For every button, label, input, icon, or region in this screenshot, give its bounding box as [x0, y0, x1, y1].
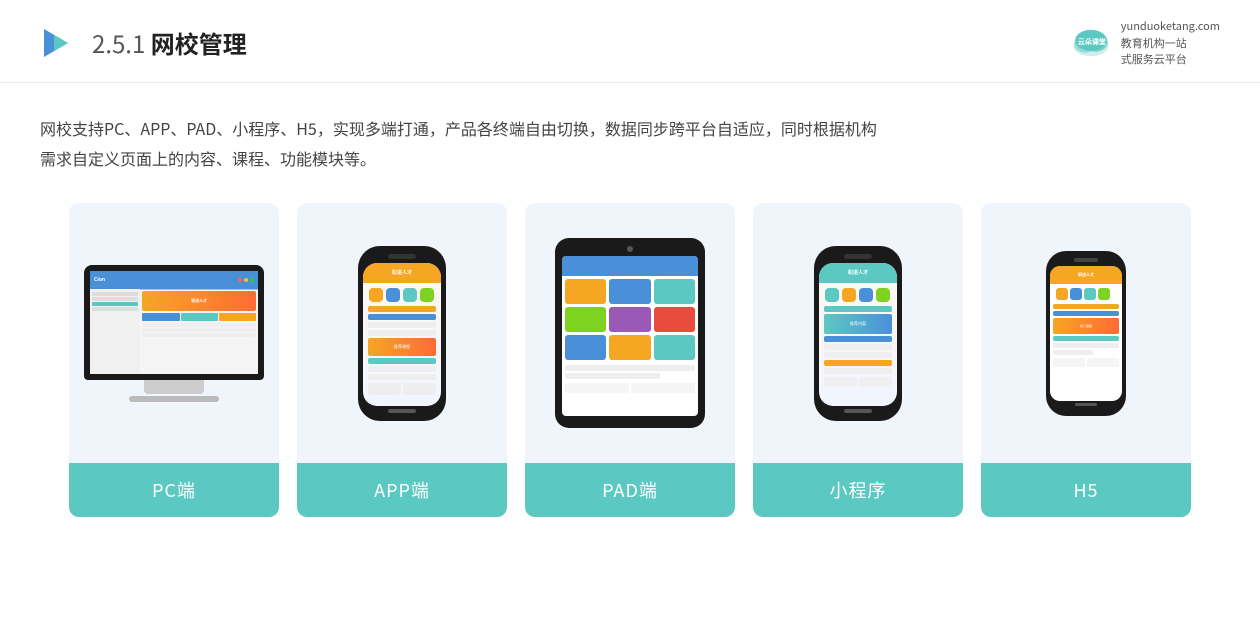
pad-label: PAD端 — [525, 463, 735, 517]
pad-image-area — [525, 203, 735, 463]
pc-monitor-icon: Cion — [84, 265, 264, 402]
description-line2: 需求自定义页面上的内容、课程、功能模块等。 — [40, 143, 1220, 173]
card-pad: PAD端 — [525, 203, 735, 517]
app-image-area: 职进人才 推荐课程 — [297, 203, 507, 463]
platform-cards: Cion — [0, 183, 1260, 537]
miniprogram-phone-icon: 职进人才 推荐内容 — [814, 246, 902, 421]
brand-logo: 云朵课堂 yunduoketang.com 教育机构一站 式服务云平台 — [1069, 18, 1220, 68]
brand-cloud-icon: 云朵课堂 — [1069, 21, 1113, 65]
app-phone-icon: 职进人才 推荐课程 — [358, 246, 446, 421]
page-title: 2.5.1 网校管理 — [92, 25, 247, 60]
card-miniprogram: 职进人才 推荐内容 — [753, 203, 963, 517]
miniprogram-label: 小程序 — [753, 463, 963, 517]
brand-tagline: yunduoketang.com 教育机构一站 式服务云平台 — [1121, 18, 1220, 68]
pad-tablet-icon — [555, 238, 705, 428]
h5-phone-icon: 职进人才 热门课程 — [1046, 251, 1126, 416]
miniprogram-image-area: 职进人才 推荐内容 — [753, 203, 963, 463]
h5-image-area: 职进人才 热门课程 — [981, 203, 1191, 463]
header: 2.5.1 网校管理 云朵课堂 yunduoketang.com 教育机构一站 … — [0, 0, 1260, 83]
card-app: 职进人才 推荐课程 — [297, 203, 507, 517]
logo-arrow-icon — [40, 25, 76, 61]
description-block: 网校支持PC、APP、PAD、小程序、H5，实现多端打通，产品各终端自由切换，数… — [0, 83, 1260, 184]
pc-label: PC端 — [69, 463, 279, 517]
pc-image-area: Cion — [69, 203, 279, 463]
card-h5: 职进人才 热门课程 — [981, 203, 1191, 517]
h5-label: H5 — [981, 463, 1191, 517]
header-left: 2.5.1 网校管理 — [40, 25, 247, 61]
app-label: APP端 — [297, 463, 507, 517]
description-line1: 网校支持PC、APP、PAD、小程序、H5，实现多端打通，产品各终端自由切换，数… — [40, 113, 1220, 143]
svg-text:云朵课堂: 云朵课堂 — [1078, 37, 1106, 46]
card-pc: Cion — [69, 203, 279, 517]
